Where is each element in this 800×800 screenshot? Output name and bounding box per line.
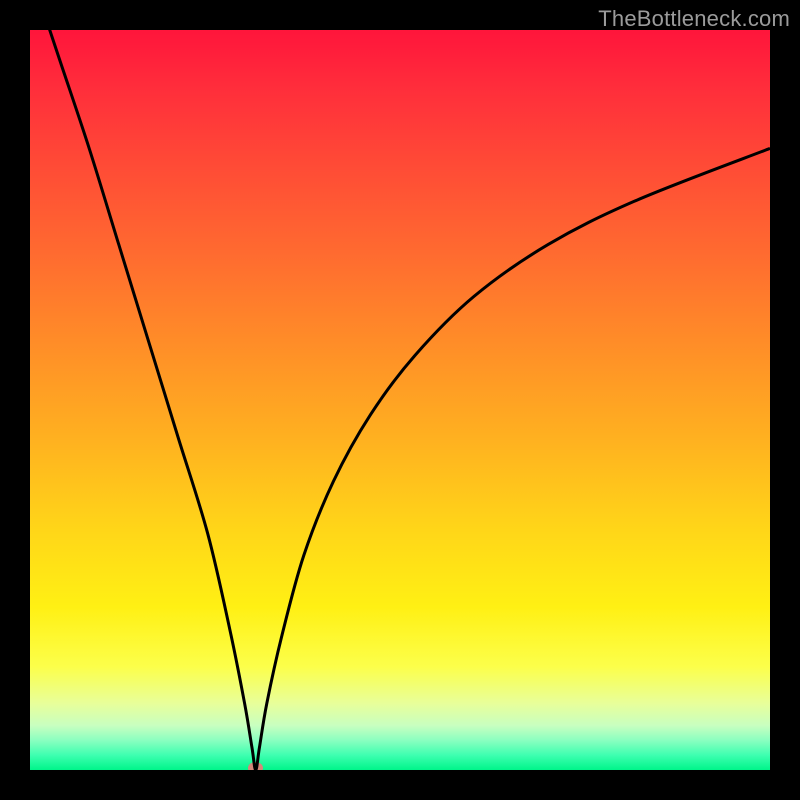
watermark-text: TheBottleneck.com [598,6,790,32]
bottleneck-curve [30,30,770,770]
curve-path [30,30,770,770]
chart-frame: TheBottleneck.com [0,0,800,800]
plot-area [30,30,770,770]
